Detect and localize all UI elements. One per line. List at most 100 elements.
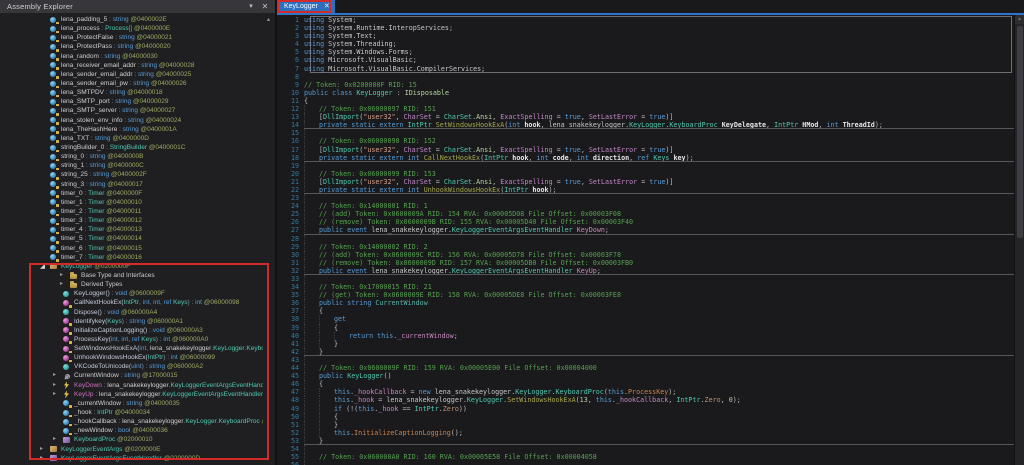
tree-item[interactable]: VKCodeToUnicode(uint) : string @060000A2 — [0, 362, 263, 371]
tab-label: KeyLogger — [284, 3, 318, 10]
tree-item[interactable]: timer_1 : Timer @04000010 — [0, 198, 263, 207]
code-line-text: using System; — [304, 16, 1014, 24]
code-line-text: public string CurrentWindow — [304, 299, 1014, 307]
tree-item[interactable]: lena_sender_email_pw : string @04000026 — [0, 79, 263, 88]
tree-item[interactable]: ▸KeyLoggerEventArgs @0200000E — [0, 445, 263, 454]
tree-item[interactable]: string_0 : string @0400000B — [0, 152, 263, 161]
tree-item-text: @04000017 — [105, 180, 142, 189]
indent-guide — [304, 259, 319, 267]
line-number: 32 — [277, 267, 304, 275]
code-line: 26// (remove) Token: 0x0600009B RID: 155… — [277, 218, 1014, 226]
tree-item[interactable]: CallNextHookEx(IntPtr, int, int, ref Key… — [0, 298, 263, 307]
indent-guide — [304, 146, 319, 154]
indent-guide — [304, 154, 319, 162]
tree-item[interactable]: string_1 : string @0400000C — [0, 161, 263, 170]
tree-item[interactable]: InitializeCaptionLogging() : void @06000… — [0, 326, 263, 335]
tree-item[interactable]: ▸Base Type and Interfaces — [0, 271, 263, 280]
close-icon[interactable]: ✕ — [259, 0, 271, 13]
field-icon — [50, 134, 58, 142]
expander-closed-icon[interactable]: ▸ — [53, 381, 63, 390]
tree-item[interactable]: string_3 : string @04000017 — [0, 180, 263, 189]
tree-scroll-up-icon[interactable]: ▲ — [264, 16, 273, 25]
tree-item[interactable]: lena_stolen_env_info : string @04000024 — [0, 116, 263, 125]
tree-item[interactable]: string_25 : string @0400002F — [0, 170, 263, 179]
code-line-text: using System.Runtime.InteropServices; — [304, 24, 1014, 32]
line-number: 54 — [277, 445, 304, 453]
expander-closed-icon[interactable]: ▸ — [53, 390, 63, 399]
line-number: 45 — [277, 372, 304, 380]
indent-guide — [304, 332, 319, 340]
tree-item[interactable]: ProcessKey(int, int, ref Keys) : int @06… — [0, 335, 263, 344]
expander-closed-icon[interactable]: ▸ — [53, 435, 63, 444]
tree-item[interactable]: ◢KeyLogger @0200000F — [0, 262, 263, 271]
field-icon — [63, 427, 71, 435]
tree-item[interactable]: timer_3 : Timer @04000012 — [0, 216, 263, 225]
tree-item[interactable]: _hook : IntPtr @04000034 — [0, 408, 263, 417]
tree-item-text: KeyDown — [74, 381, 102, 390]
tree-item[interactable]: stringBuilder_0 : StringBuilder @0400001… — [0, 143, 263, 152]
code-line: 36public string CurrentWindow — [277, 299, 1014, 307]
editor-scrollbar[interactable]: ▲ — [1014, 15, 1024, 465]
line-number: 49 — [277, 405, 304, 413]
tree-item[interactable]: lena_padding_5 : string @0400002E — [0, 15, 263, 24]
property-icon — [63, 372, 71, 380]
expander-open-icon[interactable]: ◢ — [40, 262, 50, 271]
tree-item[interactable]: ▸Derived Types — [0, 280, 263, 289]
tree-item[interactable]: lena_sender_email_addr : string @0400002… — [0, 70, 263, 79]
indent-guide — [304, 178, 319, 186]
tree-item[interactable]: timer_2 : Timer @04000011 — [0, 207, 263, 216]
assembly-explorer-panel: Assembly Explorer ▾ ✕ lena_padding_5 : s… — [0, 0, 276, 465]
tree-item[interactable]: lena_SMTPDV : string @04000018 — [0, 88, 263, 97]
line-number: 24 — [277, 202, 304, 210]
tree-item[interactable]: lena_TXT : string @0400000D — [0, 134, 263, 143]
tree-item[interactable]: ▸KeyboardProc @02000010 — [0, 435, 263, 444]
chevron-down-icon[interactable]: ▾ — [245, 0, 257, 13]
expander-closed-icon[interactable]: ▸ — [60, 271, 70, 280]
tree-item[interactable]: timer_0 : Timer @0400000F — [0, 189, 263, 198]
tree-item[interactable]: lena_receiver_email_addr : string @04000… — [0, 61, 263, 70]
tree-item[interactable]: ▸KeyUp : lena_snakekeylogger.KeyLoggerEv… — [0, 390, 263, 399]
tree-item-text: KeyUp — [74, 390, 94, 399]
tree-item[interactable]: lena_TheHashHere : string @0400001A — [0, 125, 263, 134]
tree-item[interactable]: timer_6 : Timer @04000015 — [0, 244, 263, 253]
tree-item[interactable]: ▸KeyDown : lena_snakekeylogger.KeyLogger… — [0, 381, 263, 390]
field-icon — [50, 226, 58, 234]
code-line: 53} — [277, 437, 1014, 445]
line-number: 12 — [277, 105, 304, 113]
scrollbar-up-icon[interactable]: ▲ — [1015, 15, 1024, 24]
tree-item[interactable]: ▸KeyLoggerEventArgsEventHandler @0200000… — [0, 454, 263, 463]
code-editor[interactable]: 1using System;2using System.Runtime.Inte… — [277, 15, 1014, 465]
expander-closed-icon[interactable]: ▸ — [40, 454, 50, 463]
tree-item[interactable]: timer_7 : Timer @04000016 — [0, 253, 263, 262]
field-icon — [50, 52, 58, 60]
method-private-icon — [63, 326, 71, 334]
tree-item[interactable]: Dispose() : void @060000A4 — [0, 308, 263, 317]
tree-item[interactable]: lena_process : Process[] @0400000E — [0, 24, 263, 33]
expander-closed-icon[interactable]: ▸ — [60, 280, 70, 289]
expander-closed-icon[interactable]: ▸ — [53, 371, 63, 380]
expander-closed-icon[interactable]: ▸ — [40, 445, 50, 454]
code-line-text: // (add) Token: 0x0600009C RID: 156 RVA:… — [304, 251, 1014, 259]
tree-item[interactable]: SetWindowsHookExA(int, lena_snakekeylogg… — [0, 344, 263, 353]
tree-item[interactable]: KeyLogger() : void @0600009F — [0, 289, 263, 298]
tree-item[interactable]: lena_ProtectPass : string @04000020 — [0, 42, 263, 51]
tree-item[interactable]: lena_SMTP_server : string @04000027 — [0, 106, 263, 115]
tree-item[interactable]: _hookCallback : lena_snakekeylogger.KeyL… — [0, 417, 263, 426]
tree-item[interactable]: lena_ProtectFalse : string @04000021 — [0, 33, 263, 42]
scrollbar-thumb[interactable] — [1017, 26, 1023, 238]
tab-close-icon[interactable]: ✕ — [324, 0, 330, 13]
tab-keylogger[interactable]: KeyLogger ✕ — [278, 0, 335, 13]
tree-item[interactable]: _newWindow : bool @04000036 — [0, 426, 263, 435]
tree-item[interactable]: lena_random : string @04000030 — [0, 52, 263, 61]
tree-item[interactable]: UnhookWindowsHookEx(IntPtr) : int @06000… — [0, 353, 263, 362]
tree-item[interactable]: timer_5 : Timer @04000014 — [0, 234, 263, 243]
tree-item[interactable]: lena_SMTP_port : string @04000029 — [0, 97, 263, 106]
tree-item-text: UnhookWindowsHookEx( — [74, 353, 148, 362]
tree-item[interactable]: ▸CurrentWindow : string @17000015 — [0, 371, 263, 380]
code-line-text: // Token: 0x14000002 RID: 2 — [304, 243, 1014, 251]
tree-item[interactable]: _currentWindow : string @04000035 — [0, 399, 263, 408]
tree-item-text: int — [163, 335, 170, 344]
tree-item[interactable]: timer_4 : Timer @04000013 — [0, 225, 263, 234]
line-number: 3 — [277, 32, 304, 40]
tree-item[interactable]: Identifykey(Keys) : string @060000A1 — [0, 317, 263, 326]
